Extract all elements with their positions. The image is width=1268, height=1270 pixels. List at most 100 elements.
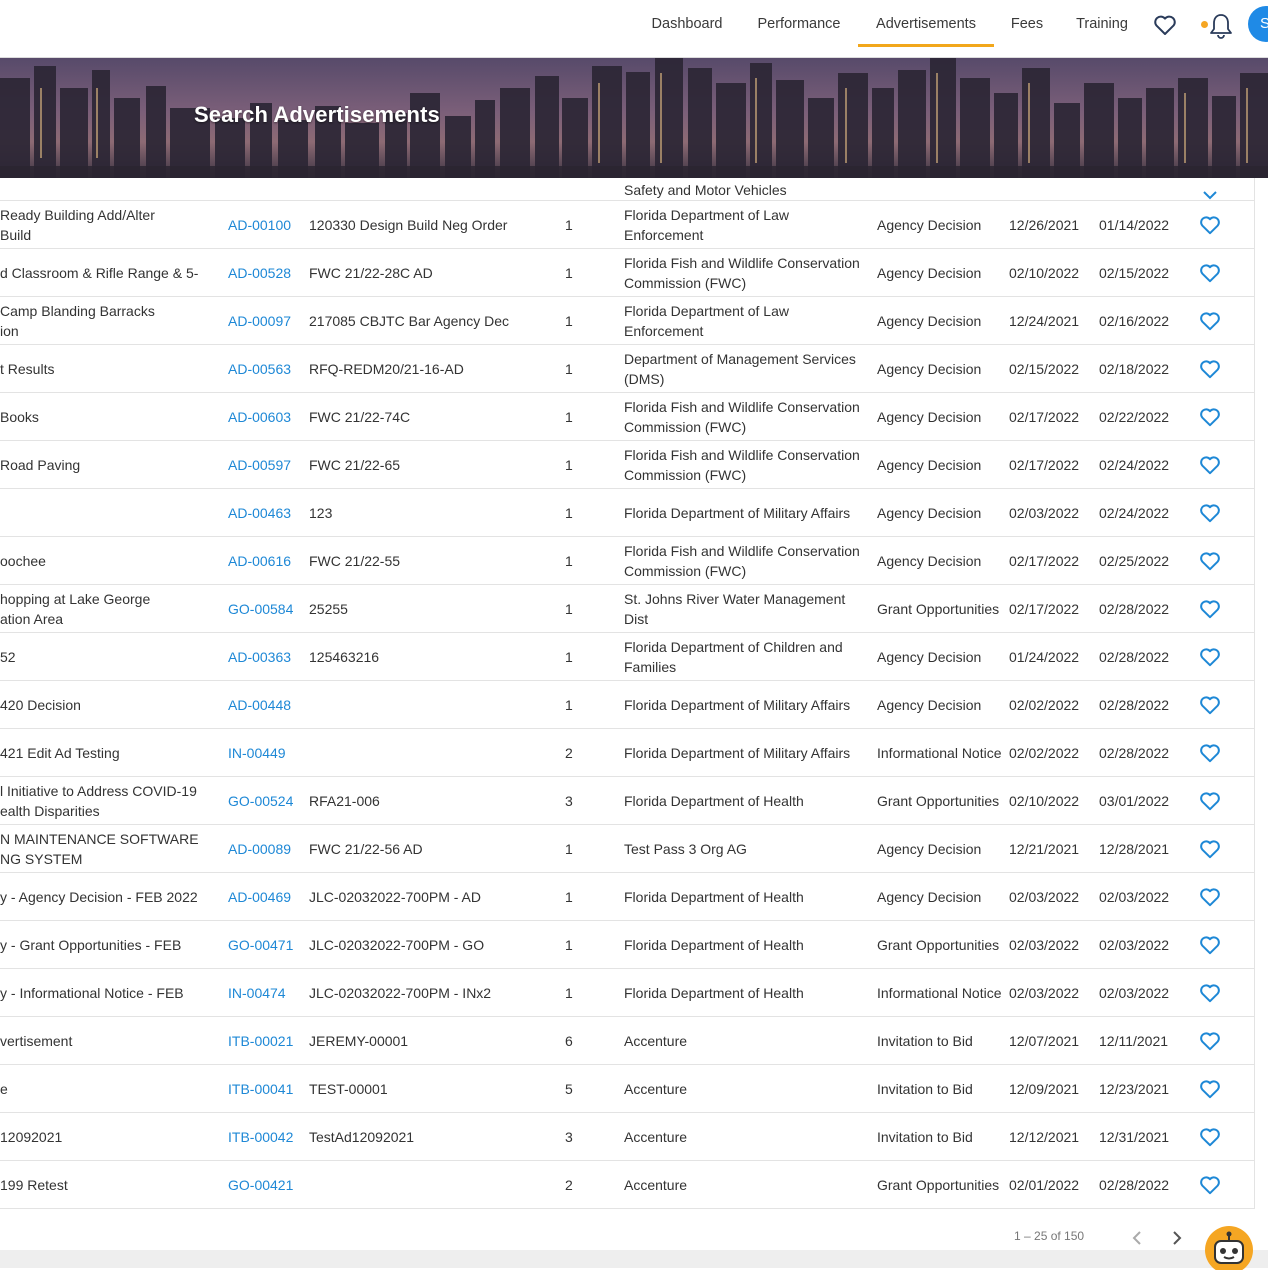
favorite-heart-icon[interactable] xyxy=(1196,633,1224,680)
previous-page-icon[interactable] xyxy=(1128,1228,1146,1248)
ad-number-link-text[interactable]: IN-00449 xyxy=(228,743,286,763)
ad-number-link-text[interactable]: GO-00524 xyxy=(228,791,293,811)
table-row[interactable]: 420 Decision AD-00448 1 Florida Department … xyxy=(0,681,1254,729)
ad-number-link[interactable]: AD-00616 xyxy=(228,537,308,584)
ad-number-link[interactable]: ITB-00041 xyxy=(228,1065,308,1112)
ad-number-link[interactable]: AD-00100 xyxy=(228,201,308,248)
ad-number-link-text[interactable]: AD-00603 xyxy=(228,407,291,427)
table-row[interactable]: Road Paving AD-00597 FWC 21/22-65 1 Florida … xyxy=(0,441,1254,489)
favorite-heart-icon[interactable] xyxy=(1196,1017,1224,1064)
table-row[interactable]: y - Agency Decision - FEB 2022 AD-00469 JL… xyxy=(0,873,1254,921)
ad-number-link[interactable]: IN-00449 xyxy=(228,729,308,776)
table-row[interactable]: 52 AD-00363 125463216 1 Florida Department o… xyxy=(0,633,1254,681)
favorite-heart-icon[interactable] xyxy=(1196,729,1224,776)
ad-number-link[interactable]: AD-00097 xyxy=(228,297,308,344)
table-row[interactable]: e ITB-00041 TEST-00001 5 Accenture Invitation… xyxy=(0,1065,1254,1113)
ad-number-link-text[interactable]: ITB-00021 xyxy=(228,1031,293,1051)
ad-number-link[interactable]: AD-00469 xyxy=(228,873,308,920)
favorite-heart-icon[interactable] xyxy=(1196,921,1224,968)
agency-cell: Florida Department of Law Enforcement xyxy=(624,297,869,344)
favorite-heart-icon[interactable] xyxy=(1196,489,1224,536)
bell-icon[interactable] xyxy=(1208,12,1234,40)
favorite-heart-icon[interactable] xyxy=(1196,249,1224,296)
ad-number-link-text[interactable]: GO-00421 xyxy=(228,1175,293,1195)
table-row[interactable]: y - Grant Opportunities - FEB GO-00471 JLC… xyxy=(0,921,1254,969)
favorite-heart-icon[interactable] xyxy=(1196,393,1224,440)
ad-number-link[interactable]: AD-00463 xyxy=(228,489,308,536)
favorite-heart-icon[interactable] xyxy=(1196,585,1224,632)
favorite-heart-icon[interactable] xyxy=(1196,178,1224,200)
start-date-cell-text: 12/12/2021 xyxy=(1009,1128,1080,1145)
ad-number-link[interactable]: ITB-00042 xyxy=(228,1113,308,1160)
ad-number-link-text[interactable]: AD-00563 xyxy=(228,359,291,379)
ad-number-link[interactable]: AD-00448 xyxy=(228,681,308,728)
ad-number-link[interactable]: GO-00421 xyxy=(228,1161,308,1208)
nav-dashboard[interactable]: Dashboard xyxy=(645,0,729,44)
favorite-heart-icon[interactable] xyxy=(1196,297,1224,344)
ad-number-link[interactable]: GO-00524 xyxy=(228,777,308,824)
nav-advertisements[interactable]: Advertisements xyxy=(858,0,994,47)
table-row[interactable]: t Results AD-00563 RFQ-REDM20/21-16-AD 1 Dep… xyxy=(0,345,1254,393)
table-row[interactable]: N MAINTENANCE SOFTWARE NG SYSTEM AD-00089… xyxy=(0,825,1254,873)
table-row[interactable]: Camp Blanding Barracks ion AD-00097 217085… xyxy=(0,297,1254,345)
ad-number-link[interactable]: AD-00597 xyxy=(228,441,308,488)
nav-training[interactable]: Training xyxy=(1068,0,1136,44)
ad-number-link-text[interactable]: AD-00528 xyxy=(228,263,291,283)
ad-number-link-text[interactable]: GO-00471 xyxy=(228,935,293,955)
table-row[interactable]: d Classroom & Rifle Range & 5- AD-00528 FW… xyxy=(0,249,1254,297)
ad-number-link-text[interactable]: AD-00469 xyxy=(228,887,291,907)
ad-number-link-text[interactable]: AD-00363 xyxy=(228,647,291,667)
ad-number-link[interactable]: AD-00563 xyxy=(228,345,308,392)
table-row[interactable]: 421 Edit Ad Testing IN-00449 2 Florida Depa… xyxy=(0,729,1254,777)
table-row[interactable]: hopping at Lake George ation Area GO-0058… xyxy=(0,585,1254,633)
ad-number-link-text[interactable]: ITB-00042 xyxy=(228,1127,293,1147)
favorite-heart-icon[interactable] xyxy=(1196,1161,1224,1208)
next-page-icon[interactable] xyxy=(1168,1228,1186,1248)
nav-fees[interactable]: Fees xyxy=(1008,0,1046,44)
ad-number-link[interactable]: GO-00584 xyxy=(228,585,308,632)
table-row[interactable]: Books AD-00603 FWC 21/22-74C 1 Florida Fish … xyxy=(0,393,1254,441)
user-avatar[interactable]: S xyxy=(1248,6,1268,42)
table-row[interactable]: l Initiative to Address COVID-19 ealth D… xyxy=(0,777,1254,825)
favorite-heart-icon[interactable] xyxy=(1196,345,1224,392)
chatbot-icon[interactable] xyxy=(1204,1226,1254,1270)
table-row[interactable]: vertisement ITB-00021 JEREMY-00001 6 Accentu… xyxy=(0,1017,1254,1065)
ad-number-link[interactable]: AD-00363 xyxy=(228,633,308,680)
ad-number-link[interactable]: AD-00528 xyxy=(228,249,308,296)
table-row[interactable]: 199 Retest GO-00421 2 Accenture Grant Opport… xyxy=(0,1161,1254,1208)
table-row[interactable]: y - Informational Notice - FEB IN-00474 JL… xyxy=(0,969,1254,1017)
ad-number-link-text[interactable]: AD-00463 xyxy=(228,503,291,523)
favorite-heart-icon[interactable] xyxy=(1196,537,1224,584)
ad-number-link[interactable]: GO-00471 xyxy=(228,921,308,968)
ad-number-link-text[interactable]: AD-00100 xyxy=(228,215,291,235)
favorite-heart-icon[interactable] xyxy=(1196,441,1224,488)
favorite-heart-icon[interactable] xyxy=(1196,873,1224,920)
favorite-heart-icon[interactable] xyxy=(1196,681,1224,728)
table-row[interactable]: oochee AD-00616 FWC 21/22-55 1 Florida Fish … xyxy=(0,537,1254,585)
favorite-heart-icon[interactable] xyxy=(1196,825,1224,872)
ad-number-link[interactable]: IN-00474 xyxy=(228,969,308,1016)
favorite-heart-icon[interactable] xyxy=(1196,969,1224,1016)
nav-performance[interactable]: Performance xyxy=(750,0,848,44)
favorite-heart-icon[interactable] xyxy=(1196,1065,1224,1112)
heart-icon[interactable] xyxy=(1153,14,1177,36)
ad-number-link-text[interactable]: AD-00597 xyxy=(228,455,291,475)
ad-number-link-text[interactable]: AD-00616 xyxy=(228,551,291,571)
ad-number-link[interactable]: AD-00089 xyxy=(228,825,308,872)
table-row[interactable]: 12092021 ITB-00042 TestAd12092021 3 Accentur… xyxy=(0,1113,1254,1161)
table-row[interactable]: AD-00463 123 1 Florida Department of Milita… xyxy=(0,489,1254,537)
ad-number-link[interactable]: AD-00603 xyxy=(228,393,308,440)
end-date-cell-text: 12/23/2021 xyxy=(1099,1080,1170,1097)
ad-number-link-text[interactable]: AD-00097 xyxy=(228,311,291,331)
favorite-heart-icon[interactable] xyxy=(1196,1113,1224,1160)
ad-number-link-text[interactable]: GO-00584 xyxy=(228,599,293,619)
ad-number-link[interactable]: ITB-00021 xyxy=(228,1017,308,1064)
favorite-heart-icon[interactable] xyxy=(1196,201,1224,248)
ad-number-link-text[interactable]: AD-00089 xyxy=(228,839,291,859)
table-row[interactable]: Ready Building Add/Alter Build AD-00100 12… xyxy=(0,201,1254,249)
ad-number-link-text[interactable]: IN-00474 xyxy=(228,983,286,1003)
ad-number-link-text[interactable]: AD-00448 xyxy=(228,695,291,715)
ad-number-link-text[interactable]: ITB-00041 xyxy=(228,1079,293,1099)
end-date-cell-text: 02/24/2022 xyxy=(1099,504,1170,521)
favorite-heart-icon[interactable] xyxy=(1196,777,1224,824)
